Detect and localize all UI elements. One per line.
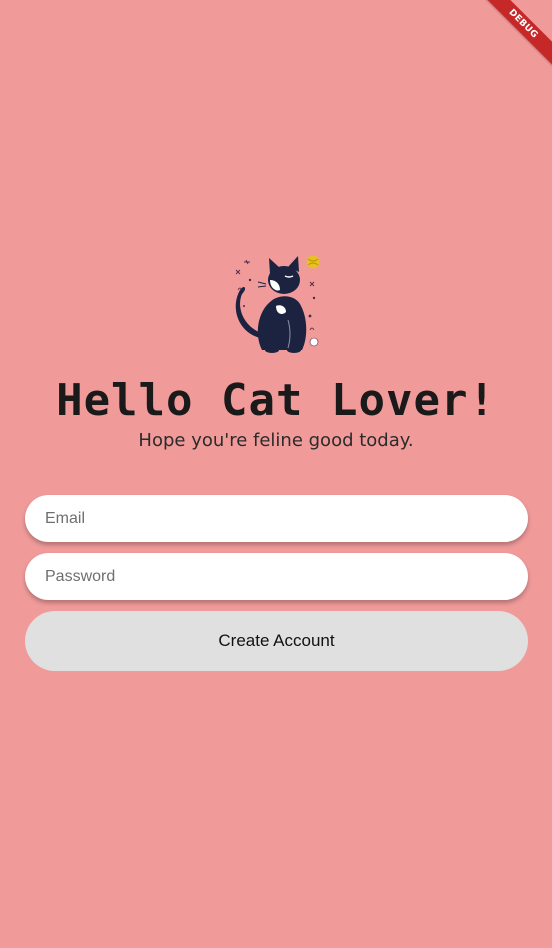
debug-banner: DEBUG — [472, 0, 552, 80]
debug-banner-label: DEBUG — [478, 0, 552, 69]
cat-illustration-icon — [235, 255, 320, 353]
password-field[interactable] — [25, 553, 528, 600]
page-subtitle: Hope you're feline good today. — [138, 430, 414, 451]
email-field[interactable] — [25, 495, 528, 542]
create-account-button[interactable]: Create Account — [25, 611, 528, 671]
page-title: Hello Cat Lover! — [56, 375, 496, 426]
